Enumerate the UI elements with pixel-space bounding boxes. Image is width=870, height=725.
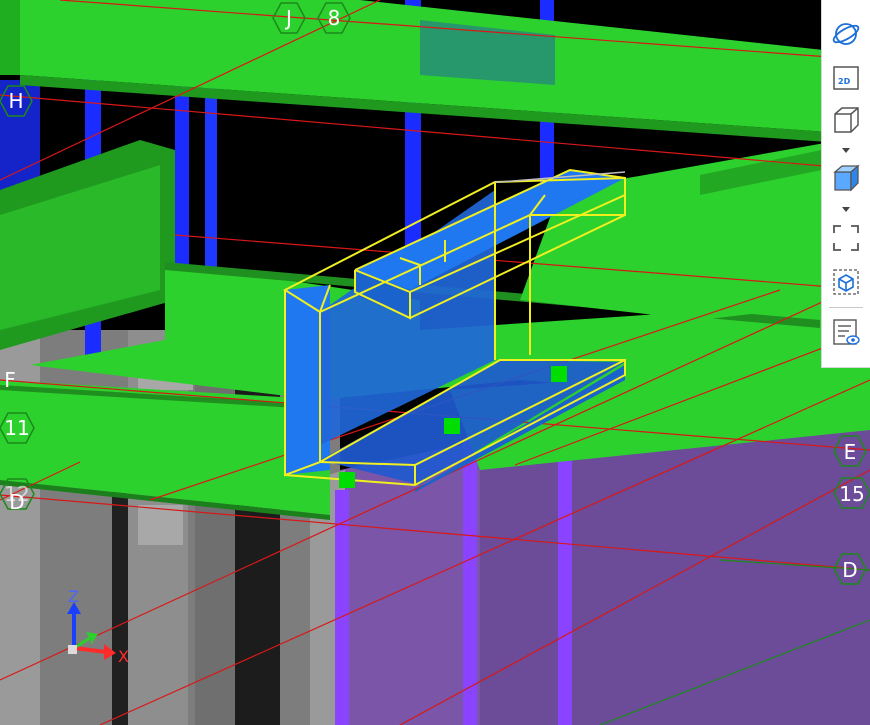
visibility-list-icon	[833, 319, 860, 345]
shaded-cube-button[interactable]	[830, 162, 862, 194]
svg-text:2D: 2D	[838, 77, 851, 86]
visibility-list-button[interactable]	[830, 316, 862, 348]
shaded-cube-dropdown-icon[interactable]	[840, 205, 852, 213]
svg-text:J: J	[284, 6, 292, 30]
grip-handle[interactable]	[339, 472, 355, 488]
grip-handle[interactable]	[551, 366, 567, 382]
grid-bubble-11: 11	[0, 412, 35, 444]
svg-text:11: 11	[4, 416, 29, 440]
svg-text:F: F	[4, 368, 16, 392]
zoom-extents-icon	[833, 225, 859, 251]
wireframe-cube-button[interactable]	[830, 104, 862, 136]
grip-handle[interactable]	[444, 418, 460, 434]
grid-bubble-15: 15	[833, 477, 870, 509]
zoom-extents-button[interactable]	[830, 222, 862, 254]
svg-text:D: D	[842, 558, 857, 582]
wireframe-cube-dropdown-icon[interactable]	[840, 146, 852, 154]
view-toolbar: 2D	[821, 0, 870, 368]
zoom-selected-button[interactable]	[830, 266, 862, 298]
3d-viewport[interactable]: J 8 H F 11 12 D E 15 D Z Y X	[0, 0, 870, 725]
wireframe-cube-icon	[834, 107, 859, 133]
axis-y-label: Y	[87, 633, 96, 647]
orbit-button[interactable]	[830, 18, 862, 50]
grid-bubble-f: F	[4, 368, 16, 392]
svg-text:E: E	[844, 440, 857, 464]
toolbar-divider	[829, 307, 863, 308]
shaded-cube-icon	[833, 164, 860, 192]
zoom-selected-icon	[833, 269, 859, 295]
svg-text:D: D	[9, 490, 24, 514]
svg-text:8: 8	[328, 6, 341, 30]
orbit-icon	[832, 23, 860, 45]
2d-view-button[interactable]: 2D	[830, 62, 862, 94]
svg-text:H: H	[8, 89, 23, 113]
2d-view-icon: 2D	[833, 66, 859, 90]
svg-text:15: 15	[839, 482, 864, 506]
axis-z-label: Z	[68, 587, 79, 606]
axis-x-label: X	[118, 647, 129, 666]
